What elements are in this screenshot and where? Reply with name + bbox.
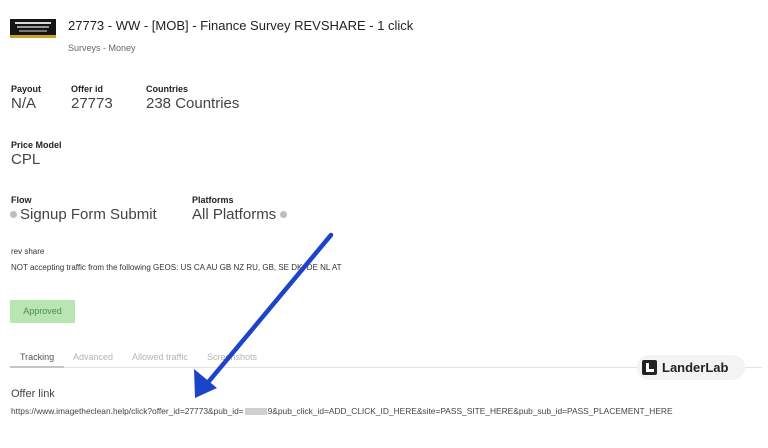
notes-revshare: rev share [11,247,45,256]
platforms-label: Platforms [192,195,234,205]
notes-geos: NOT accepting traffic from the following… [11,263,342,272]
tab-screenshots[interactable]: Screenshots [207,352,257,362]
flow-value-text: Signup Form Submit [20,206,157,223]
offer-category: Surveys - Money [68,43,136,53]
tab-advanced[interactable]: Advanced [73,352,113,362]
offer-id-value: 27773 [71,95,113,112]
offer-link-label: Offer link [11,388,55,400]
redacted-pub-id [244,408,267,416]
flow-label: Flow [11,195,32,205]
offer-title: 27773 - WW - [MOB] - Finance Survey REVS… [68,18,414,33]
payout-value: N/A [11,95,37,112]
landerlab-logo-icon [642,360,657,375]
offer-link-url-prefix: https://www.imagetheclean.help/click?off… [11,406,244,416]
countries-label: Countries [146,84,189,94]
landerlab-watermark: LanderLab [637,355,745,380]
platforms-value: All Platforms [192,206,288,223]
price-model-label: Price Model [11,140,62,150]
offer-id-label: Offer id [71,84,104,94]
approved-badge: Approved [10,300,75,323]
platforms-value-text: All Platforms [192,206,277,223]
payout-label: Payout [11,84,42,94]
offer-link-url[interactable]: https://www.imagetheclean.help/click?off… [11,406,673,416]
flow-dot-icon [10,210,17,218]
landerlab-name: LanderLab [662,360,729,375]
platforms-dot-icon [280,210,288,218]
offer-link-url-suffix: 9&pub_click_id=ADD_CLICK_ID_HERE&site=PA… [267,406,673,416]
offer-thumbnail [10,19,56,38]
flow-value: Signup Form Submit [10,206,157,223]
price-model-value: CPL [11,151,41,168]
arrow-annotation-icon [194,232,334,398]
tab-tracking[interactable]: Tracking [9,352,65,368]
countries-value: 238 Countries [146,95,240,112]
tab-allowed-traffic[interactable]: Allowed traffic [132,352,188,362]
